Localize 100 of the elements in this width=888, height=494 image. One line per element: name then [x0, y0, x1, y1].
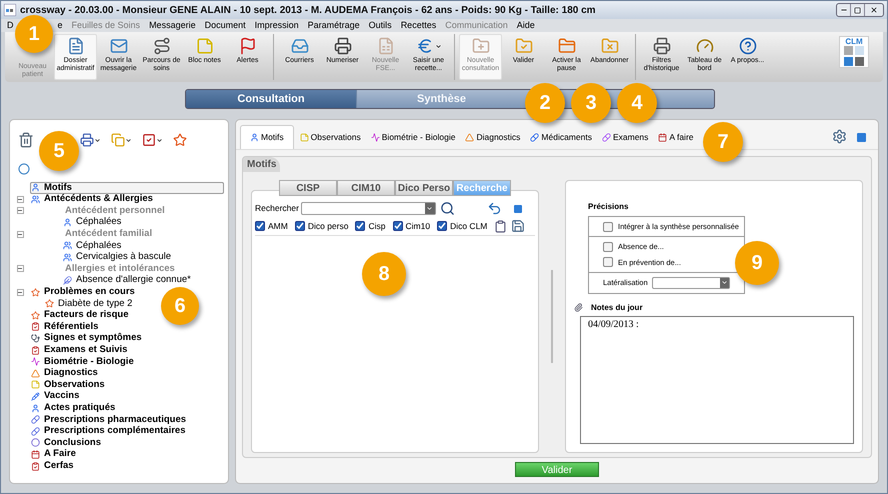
- section-tab[interactable]: Motifs: [240, 125, 294, 149]
- window-title: crossway - 20.03.00 - Monsieur GENE ALAIN - 10 sept. 2013 - M. AUDEMA François - 62 ans - Poids: 90 Kg - Taille: 180 cm: [20, 4, 596, 18]
- tree-row[interactable]: Examens et Suivis: [30, 344, 128, 356]
- warning-icon: [465, 132, 474, 142]
- tree-row[interactable]: Référentiels: [30, 321, 100, 333]
- section-tab[interactable]: Diagnostics: [461, 125, 524, 149]
- note-icon: [31, 380, 40, 390]
- tree-row[interactable]: Diagnostics: [30, 368, 99, 380]
- expander[interactable]: [16, 207, 24, 214]
- menu-item[interactable]: Document: [204, 18, 246, 32]
- person-icon: [63, 218, 72, 228]
- caret-icon: [125, 136, 132, 144]
- circle-icon: [31, 438, 40, 448]
- source-tab[interactable]: Dico Perso: [395, 180, 453, 196]
- tree-row[interactable]: A Faire: [30, 448, 77, 460]
- section-tab[interactable]: Observations: [296, 125, 365, 149]
- caret-icon: [434, 42, 442, 50]
- tree-row[interactable]: Vaccins: [30, 390, 80, 402]
- checkbox[interactable]: [603, 257, 613, 268]
- tree-row[interactable]: Biométrie - Biologie: [30, 356, 135, 368]
- menu-item[interactable]: e: [58, 18, 63, 32]
- flag-icon: [238, 37, 256, 55]
- envelope-icon: [110, 37, 128, 55]
- section-tab[interactable]: Biométrie - Biologie: [366, 125, 460, 149]
- tree-row[interactable]: Prescriptions pharmaceutiques: [30, 414, 188, 426]
- chart-icon: [370, 132, 380, 142]
- star-icon: [31, 288, 40, 297]
- tree-row[interactable]: Problèmes en cours: [30, 286, 136, 298]
- tree-row[interactable]: Cervicalgies à bascule: [62, 252, 172, 264]
- menu-item[interactable]: Messagerie: [149, 18, 196, 32]
- circle-icon: [18, 163, 30, 175]
- search-field[interactable]: [300, 202, 436, 215]
- tree-row[interactable]: Conclusions: [30, 437, 102, 449]
- menu-item[interactable]: Impression: [254, 18, 299, 32]
- menu-item[interactable]: Recettes: [400, 18, 436, 32]
- logo: CLM: [839, 36, 869, 68]
- expander[interactable]: [16, 196, 24, 203]
- checkbox[interactable]: [437, 221, 448, 231]
- calendar-icon: [31, 450, 40, 459]
- tree-row[interactable]: Motifs: [30, 182, 224, 194]
- caret-icon: [721, 279, 728, 286]
- caret-icon: [426, 205, 434, 212]
- expander[interactable]: [16, 288, 24, 296]
- notes-field[interactable]: 04/09/2013 :: [580, 316, 854, 444]
- close-icon: [870, 6, 878, 14]
- people-icon: [63, 241, 72, 250]
- pill-icon: [31, 415, 40, 424]
- people-icon: [63, 252, 72, 262]
- checkbox-label: AMM: [268, 220, 288, 232]
- person-icon: [31, 183, 40, 192]
- tree-row[interactable]: Céphalées: [62, 216, 122, 228]
- caret-icon: [156, 136, 163, 144]
- search-icon[interactable]: [440, 201, 455, 216]
- checkbox[interactable]: [392, 221, 402, 231]
- checkbox[interactable]: [603, 242, 613, 252]
- tree-row[interactable]: Cerfas: [30, 460, 75, 472]
- checklist-icon: [31, 322, 40, 332]
- tree-row[interactable]: Prescriptions complémentaires: [30, 425, 186, 438]
- source-tab[interactable]: CIM10: [337, 180, 395, 196]
- section-tab[interactable]: Médicaments: [526, 125, 596, 149]
- callout-badge: 3: [571, 83, 611, 123]
- tree-row[interactable]: Antécédents & Allergies: [30, 194, 154, 206]
- callout-badge: 4: [617, 83, 657, 123]
- source-tab[interactable]: CISP: [279, 180, 337, 196]
- printer-icon: [652, 37, 670, 55]
- save-icon[interactable]: [511, 219, 526, 233]
- menu-item[interactable]: Paramétrage: [308, 18, 360, 32]
- lateralisation-select[interactable]: [652, 276, 730, 289]
- expander[interactable]: [16, 230, 24, 238]
- paperclip-icon: [574, 303, 583, 312]
- expander[interactable]: [16, 265, 24, 272]
- tree-row[interactable]: Signes et symptômes: [30, 332, 143, 344]
- section-tab[interactable]: Examens: [598, 125, 652, 149]
- document-icon: [66, 37, 84, 55]
- menu-item[interactable]: Aide: [516, 18, 535, 32]
- feather-icon: [63, 276, 72, 286]
- checkbox[interactable]: [603, 222, 613, 232]
- checklist-icon: [31, 346, 40, 355]
- star-icon: [45, 299, 54, 308]
- tree-row[interactable]: Actes pratiqués: [30, 402, 116, 414]
- help-button[interactable]: [514, 204, 522, 212]
- checkbox[interactable]: [255, 221, 265, 231]
- notes-title: Notes du jour: [591, 302, 643, 314]
- menu-item[interactable]: D: [7, 18, 14, 32]
- tree-row[interactable]: Céphalées: [62, 240, 122, 252]
- checkbox[interactable]: [294, 221, 305, 231]
- tree-row[interactable]: Absence d'allergie connue*: [62, 274, 192, 286]
- menu-item[interactable]: Outils: [368, 18, 392, 32]
- section-tab[interactable]: A faire: [654, 125, 698, 149]
- trash-icon: [18, 132, 34, 148]
- view-tab[interactable]: Consultation: [186, 90, 356, 108]
- tree-row[interactable]: Observations: [30, 379, 106, 391]
- pill-icon: [602, 132, 611, 142]
- tree-row[interactable]: Diabète de type 2: [44, 298, 134, 310]
- undo-icon[interactable]: [486, 201, 502, 216]
- gauge-icon: [696, 37, 714, 55]
- tree-row[interactable]: Facteurs de risque: [30, 310, 130, 322]
- clipboard-icon[interactable]: [494, 220, 508, 232]
- folder-icon: [558, 37, 576, 55]
- checkbox[interactable]: [355, 221, 366, 231]
